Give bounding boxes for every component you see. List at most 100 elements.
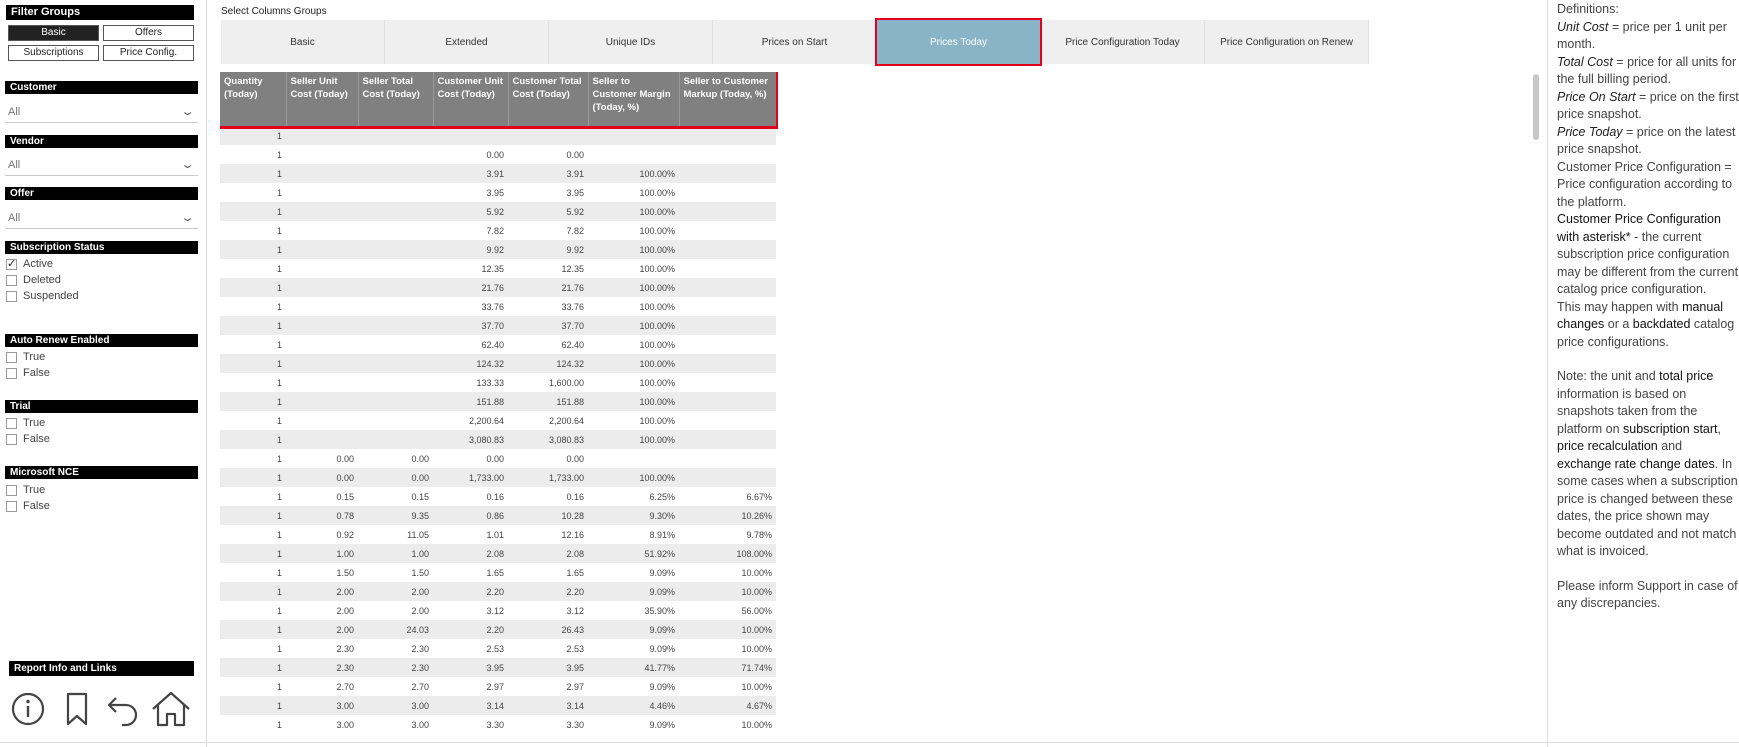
customer-unit-cost-cell: 2.08	[433, 544, 508, 563]
tab-price-configuration-today[interactable]: Price Configuration Today	[1041, 20, 1205, 64]
table-row[interactable]: 1 1.50 1.50 1.65 1.65 9.09% 10.00%	[220, 563, 776, 582]
filter-group-offers-button[interactable]: Offers	[103, 25, 194, 41]
table-row[interactable]: 1 0.00 0.00 0.00 0.00	[220, 449, 776, 468]
auto-renew-true-checkbox[interactable]: True	[6, 350, 45, 364]
margin-cell: 9.09%	[588, 563, 679, 582]
table-row[interactable]: 1 2,200.64 2,200.64 100.00%	[220, 411, 776, 430]
checkbox-icon	[6, 367, 17, 379]
margin-cell: 9.09%	[588, 715, 679, 728]
filter-group-basic-button[interactable]: Basic	[8, 25, 99, 41]
margin-cell: 9.09%	[588, 639, 679, 658]
tab-price-configuration-on-renew[interactable]: Price Configuration on Renew	[1205, 20, 1369, 64]
table-row[interactable]: 1 5.92 5.92 100.00%	[220, 202, 776, 221]
definition-text: and	[1657, 439, 1683, 453]
customer-unit-cost-cell: 133.33	[433, 373, 508, 392]
table-row[interactable]: 1 2.00 24.03 2.20 26.43 9.09% 10.00%	[220, 620, 776, 639]
customer-unit-cost-cell: 2,200.64	[433, 411, 508, 430]
auto-renew-false-checkbox[interactable]: False	[6, 366, 50, 380]
customer-unit-cost-cell: 3.95	[433, 183, 508, 202]
status-active-checkbox[interactable]: Active	[6, 257, 53, 271]
tab-prices-on-start[interactable]: Prices on Start	[713, 20, 877, 64]
table-row[interactable]: 1 3.00 3.00 3.14 3.14 4.46% 4.67%	[220, 696, 776, 715]
table-row[interactable]: 1 3.00 3.00 3.30 3.30 9.09% 10.00%	[220, 715, 776, 728]
table-row[interactable]: 1 133.33 1,600.00 100.00%	[220, 373, 776, 392]
table-row[interactable]: 1 0.78 9.35 0.86 10.28 9.30% 10.26%	[220, 506, 776, 525]
customer-total-cost-cell: 3.14	[508, 696, 588, 715]
table-row[interactable]: 1 2.30 2.30 3.95 3.95 41.77% 71.74%	[220, 658, 776, 677]
seller-total-cost-cell: 0.00	[358, 449, 433, 468]
table-row[interactable]: 1 12.35 12.35 100.00%	[220, 259, 776, 278]
customer-dropdown[interactable]: All ⌄	[5, 101, 198, 123]
filter-group-subscriptions-button[interactable]: Subscriptions	[8, 45, 99, 61]
table-row[interactable]: 1 2.00 2.00 3.12 3.12 35.90% 56.00%	[220, 601, 776, 620]
column-header-seller-total-cost[interactable]: Seller Total Cost (Today)	[358, 72, 434, 126]
table-scrollbar[interactable]	[1533, 74, 1539, 140]
trial-false-checkbox[interactable]: False	[6, 432, 50, 446]
customer-total-cost-cell: 9.92	[508, 240, 588, 259]
table-row[interactable]: 1 62.40 62.40 100.00%	[220, 335, 776, 354]
checkbox-icon	[6, 500, 17, 512]
markup-cell: 10.00%	[679, 563, 776, 582]
customer-total-cost-cell: 2.53	[508, 639, 588, 658]
quantity-cell: 1	[220, 202, 286, 221]
table-row[interactable]: 1 2.30 2.30 2.53 2.53 9.09% 10.00%	[220, 639, 776, 658]
definition-text: This may happen with	[1557, 299, 1683, 314]
vendor-dropdown[interactable]: All ⌄	[5, 154, 198, 176]
nce-false-checkbox[interactable]: False	[6, 499, 50, 513]
offer-dropdown[interactable]: All ⌄	[5, 207, 198, 229]
info-icon[interactable]	[9, 690, 47, 728]
status-suspended-checkbox[interactable]: Suspended	[6, 289, 79, 303]
table-row[interactable]: 1 1.00 1.00 2.08 2.08 51.92% 108.00%	[220, 544, 776, 563]
table-row[interactable]: 1 33.76 33.76 100.00%	[220, 297, 776, 316]
column-header-markup[interactable]: Seller to Customer Markup (Today, %)	[679, 72, 777, 126]
column-header-margin[interactable]: Seller to Customer Margin (Today, %)	[588, 72, 680, 126]
tab-unique-ids[interactable]: Unique IDs	[549, 20, 713, 64]
tab-basic[interactable]: Basic	[221, 20, 385, 64]
tab-prices-today[interactable]: Prices Today	[875, 18, 1042, 66]
column-header-customer-total-cost[interactable]: Customer Total Cost (Today)	[508, 72, 589, 126]
table-row[interactable]: 1 0.00 0.00	[220, 145, 776, 164]
customer-unit-cost-cell: 1,733.00	[433, 468, 508, 487]
nce-true-checkbox[interactable]: True	[6, 483, 45, 497]
table-row[interactable]: 1 21.76 21.76 100.00%	[220, 278, 776, 297]
seller-unit-cost-cell	[286, 221, 358, 240]
definition-text: . In some cases when a subscription pric…	[1557, 456, 1738, 559]
table-row[interactable]: 1 0.15 0.15 0.16 0.16 6.25% 6.67%	[220, 487, 776, 506]
customer-unit-cost-cell: 2.97	[433, 677, 508, 696]
trial-true-checkbox[interactable]: True	[6, 416, 45, 430]
seller-unit-cost-cell: 3.00	[286, 696, 358, 715]
seller-total-cost-cell: 2.00	[358, 582, 433, 601]
home-icon[interactable]	[150, 690, 192, 728]
table-row[interactable]: 1 0.00 0.00 1,733.00 1,733.00 100.00%	[220, 468, 776, 487]
margin-cell: 4.46%	[588, 696, 679, 715]
table-row[interactable]: 1	[220, 126, 776, 145]
column-header-seller-unit-cost[interactable]: Seller Unit Cost (Today)	[286, 72, 359, 126]
table-row[interactable]: 1 2.00 2.00 2.20 2.20 9.09% 10.00%	[220, 582, 776, 601]
filter-group-price-config-button[interactable]: Price Config.	[103, 45, 194, 61]
column-header-quantity[interactable]: Quantity (Today)	[220, 72, 287, 126]
chevron-down-icon: ⌄	[180, 212, 195, 224]
seller-unit-cost-cell: 3.00	[286, 715, 358, 728]
auto-renew-label: Auto Renew Enabled	[5, 334, 198, 347]
table-row[interactable]: 1 3,080.83 3,080.83 100.00%	[220, 430, 776, 449]
column-header-customer-unit-cost[interactable]: Customer Unit Cost (Today)	[433, 72, 509, 126]
table-row[interactable]: 1 124.32 124.32 100.00%	[220, 354, 776, 373]
definitions-title: Definitions:	[1557, 2, 1619, 16]
checkbox-icon	[6, 484, 17, 496]
table-row[interactable]: 1 9.92 9.92 100.00%	[220, 240, 776, 259]
customer-unit-cost-cell: 3.12	[433, 601, 508, 620]
customer-total-cost-cell: 3.12	[508, 601, 588, 620]
bookmark-icon[interactable]	[58, 690, 96, 728]
table-row[interactable]: 1 3.95 3.95 100.00%	[220, 183, 776, 202]
table-row[interactable]: 1 151.88 151.88 100.00%	[220, 392, 776, 411]
checkbox-checked-icon	[6, 257, 17, 270]
table-row[interactable]: 1 7.82 7.82 100.00%	[220, 221, 776, 240]
back-arrow-icon[interactable]	[104, 690, 142, 728]
tab-extended[interactable]: Extended	[385, 20, 549, 64]
table-row[interactable]: 1 37.70 37.70 100.00%	[220, 316, 776, 335]
table-row[interactable]: 1 3.91 3.91 100.00%	[220, 164, 776, 183]
table-row[interactable]: 1 2.70 2.70 2.97 2.97 9.09% 10.00%	[220, 677, 776, 696]
table-row[interactable]: 1 0.92 11.05 1.01 12.16 8.91% 9.78%	[220, 525, 776, 544]
definition-term: Price Today	[1557, 124, 1623, 139]
status-deleted-checkbox[interactable]: Deleted	[6, 273, 61, 287]
